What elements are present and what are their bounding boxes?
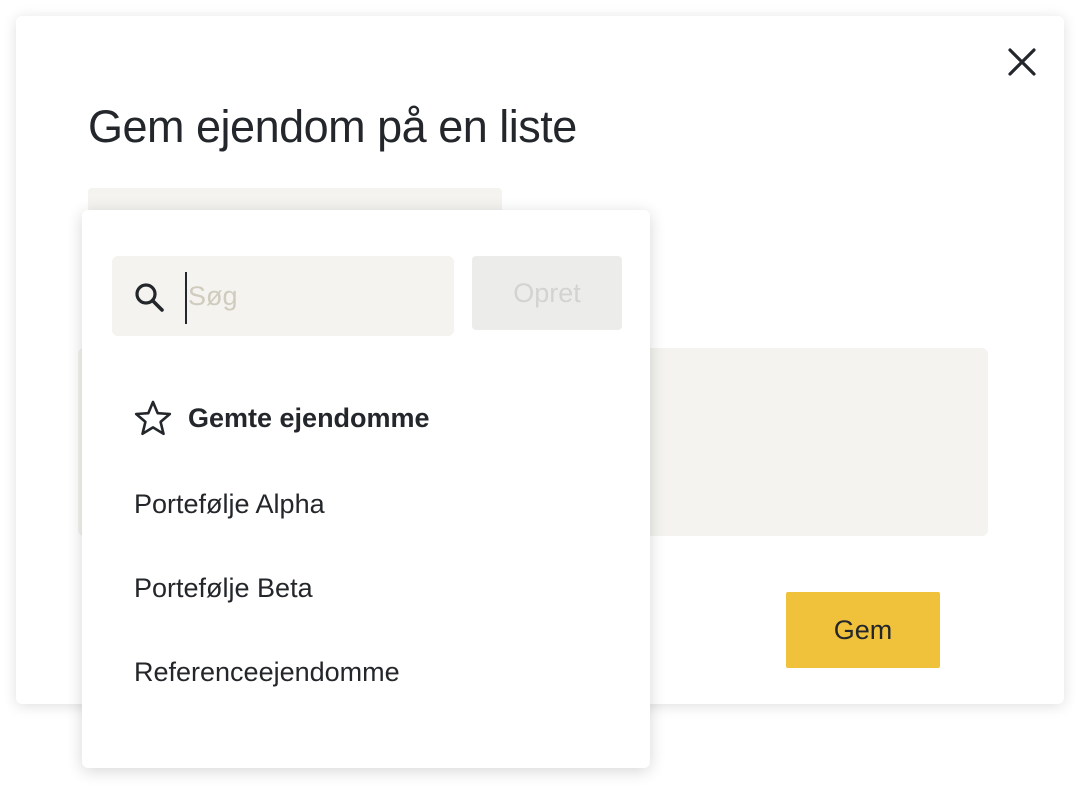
search-icon: [135, 283, 164, 312]
list-item-label: Portefølje Alpha: [134, 488, 325, 519]
save-button[interactable]: Gem: [786, 592, 940, 668]
list-dropdown: Opret Gemte ejendomme Portefølje Alpha P…: [82, 210, 650, 768]
list-item-reference-properties[interactable]: Referenceejendomme: [134, 646, 400, 698]
close-button[interactable]: [1004, 44, 1040, 80]
modal-title: Gem ejendom på en liste: [88, 101, 577, 152]
list-item-label: Referenceejendomme: [134, 656, 400, 687]
list-item-portfolio-alpha[interactable]: Portefølje Alpha: [134, 478, 325, 530]
list-item-label: Portefølje Beta: [134, 572, 313, 603]
list-item-portfolio-beta[interactable]: Portefølje Beta: [134, 562, 313, 614]
list-item-label: Gemte ejendomme: [188, 402, 430, 433]
search-input[interactable]: [184, 270, 439, 322]
search-box[interactable]: [112, 256, 454, 336]
close-icon: [1008, 48, 1036, 76]
create-list-button[interactable]: Opret: [472, 256, 622, 330]
list-item-saved-properties[interactable]: Gemte ejendomme: [134, 392, 430, 444]
text-caret: [185, 272, 187, 324]
star-icon: [134, 399, 172, 437]
